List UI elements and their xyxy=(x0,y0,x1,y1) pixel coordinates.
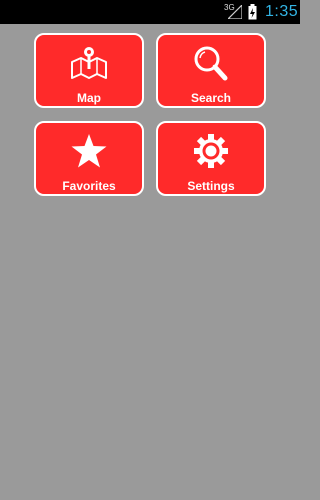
map-button[interactable]: Map xyxy=(34,33,144,108)
signal-icon xyxy=(226,3,243,24)
status-bar: 3G 1:35 xyxy=(0,0,300,24)
search-label: Search xyxy=(190,91,232,105)
map-pin-icon xyxy=(36,45,142,81)
home-screen: Map Search Favorites Settings xyxy=(0,24,300,500)
clock: 1:35 xyxy=(265,3,299,20)
search-button[interactable]: Search xyxy=(156,33,266,108)
map-label: Map xyxy=(77,91,101,105)
gear-icon xyxy=(158,133,264,169)
settings-button[interactable]: Settings xyxy=(156,121,266,196)
settings-label: Settings xyxy=(187,179,235,193)
star-icon xyxy=(36,133,142,169)
favorites-label: Favorites xyxy=(62,179,116,193)
favorites-button[interactable]: Favorites xyxy=(34,121,144,196)
battery-charging-icon xyxy=(248,4,257,25)
magnifier-icon xyxy=(158,45,264,81)
